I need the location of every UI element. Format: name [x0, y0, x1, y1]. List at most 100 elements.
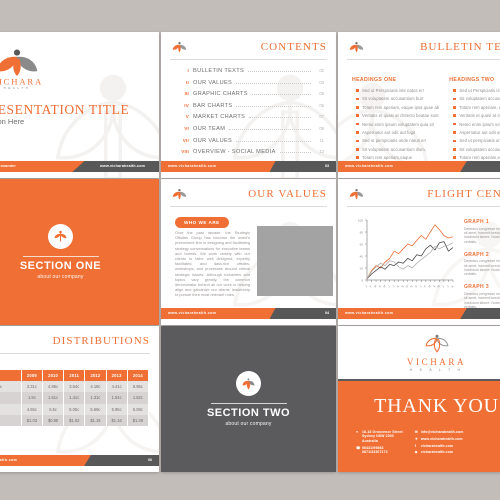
bullet-text: Nemo enim ipsum voluptatem quia sit — [362, 121, 434, 127]
slide-contents[interactable]: CONTENTS I BULLETIN TEXTS 02 II OUR VALU… — [161, 32, 336, 178]
slide-bulletin-texts[interactable]: BULLETIN TEXTS HEADINGS ONE Sed ut Persp… — [338, 32, 500, 178]
svg-text:60: 60 — [360, 242, 364, 246]
svg-text:J: J — [441, 284, 445, 288]
svg-text:J: J — [418, 284, 422, 288]
section-divider: SECTION ONE about our company — [0, 179, 159, 325]
cell: 1.41c — [63, 392, 86, 404]
divider-rule — [22, 256, 99, 257]
contact-column-right: ✉ info@vicharahealth.com ☀ www.vicharahe… — [415, 430, 464, 457]
list-item: Nemo enim ipsum voluptatem quia sit — [449, 122, 500, 127]
list-item[interactable]: I BULLETIN TEXTS 02 — [177, 68, 324, 80]
item-label: BAR CHARTS — [193, 102, 233, 109]
item-page: 09 — [319, 125, 324, 131]
slide-title: CONTENTS — [260, 41, 327, 53]
slide-thank-you[interactable]: VICHARA H E A L T H THANK YOU ● 16-18 Gr… — [338, 326, 500, 472]
bullet-text: Aspernatur aut odit aut fugit — [459, 129, 500, 135]
slide-title[interactable]: VICHARA HEALTH PRESENTATION TITLE Captio… — [0, 32, 159, 178]
twitter-handle: vicharahealth.com — [420, 450, 454, 455]
list-item[interactable]: II OUR VALUES 03 — [177, 80, 324, 92]
slide-distributions[interactable]: DISTRIBUTIONS 2009 2010 2011 2012 2013 2… — [0, 326, 159, 472]
bullet-square-icon — [356, 139, 359, 143]
envelope-icon: ✉ — [414, 430, 418, 434]
svg-text:D: D — [414, 284, 419, 289]
slide-our-values[interactable]: OUR VALUES WHO WE ARE Over the past deca… — [161, 179, 336, 325]
legend-label: GRAPH 2 — [464, 251, 490, 258]
leader-dots — [249, 116, 311, 119]
bullet-text: Sed ut Perspiciatis iste natus err — [459, 88, 500, 93]
address-row: ● 16-18 Grosvenor Street Sydney NSW 2000… — [356, 430, 403, 443]
facebook-row[interactable]: f vicharahealth.com — [415, 444, 464, 448]
thankyou-body: THANK YOU ● 16-18 Grosvenor Street Sydne… — [338, 381, 500, 472]
svg-text:80: 80 — [360, 230, 364, 234]
website-row[interactable]: ☀ www.vicharahealth.com — [415, 437, 464, 441]
cell: 5.95c — [106, 403, 128, 415]
footer-page-number: 04 — [325, 311, 329, 315]
vichara-logo: VICHARA HEALTH — [0, 46, 54, 90]
list-item[interactable]: V MARKET CHARTS 07 — [177, 114, 324, 126]
bullet-square-icon — [356, 156, 359, 160]
list-item[interactable]: IV BAR CHARTS 06 — [177, 103, 324, 115]
list-item: Sit voluptatem accusantium illum, — [352, 147, 439, 152]
slide-flight-centre[interactable]: FLIGHT CENTRE 020406080100 JFMAMJJASONDJ… — [338, 179, 500, 325]
address-line-3: Australia — [362, 438, 378, 443]
bullet-text: Nemo enim ipsum voluptatem quia sit — [459, 121, 500, 127]
presentation-title: PRESENTATION TITLE — [0, 102, 130, 117]
slide-section-two[interactable]: SECTION TWO about our company — [161, 326, 336, 472]
item-page: 13 — [319, 149, 324, 155]
footer-url: www.vicharahealth.com — [99, 164, 145, 168]
bullet-text: Sed ut Perspiciatis iste natus err — [362, 88, 425, 93]
column-header — [0, 370, 22, 382]
svg-text:100: 100 — [358, 218, 363, 222]
column-header: 2009 — [21, 370, 43, 382]
slide-title: DISTRIBUTIONS — [52, 335, 150, 347]
title-rule — [0, 353, 150, 354]
bullet-square-icon — [453, 106, 456, 109]
slide-section-one[interactable]: SECTION ONE about our company — [0, 179, 159, 325]
cell: 1.54c — [106, 392, 128, 404]
row-label: Franking Credit — [0, 392, 22, 404]
twitter-row[interactable]: ◆ vicharahealth.com — [415, 450, 464, 454]
bullet-text: Sit voluptatem accusantium illum, — [362, 146, 427, 152]
list-item: Totam rem aperiam, eaque ipsa quae ab — [449, 105, 500, 110]
twitter-icon: ◆ — [414, 450, 418, 455]
legend-description: Detentus congresse rerum ipsum dolor sit… — [464, 291, 500, 309]
svg-text:HEALTH: HEALTH — [4, 86, 31, 90]
bullet-square-icon — [453, 148, 456, 151]
email-row[interactable]: ✉ info@vicharahealth.com — [415, 430, 464, 434]
column-header: 2010 — [42, 370, 65, 382]
legend-description: Detentus congresse rerum ipsum dolor sit… — [464, 259, 500, 277]
row-label: Gross Distribution — [0, 403, 22, 415]
list-item: Aspernatur aut odit aut fugit — [449, 130, 500, 135]
legend-label: GRAPH 1 — [464, 219, 490, 225]
item-page: 11 — [319, 137, 324, 143]
section-title: SECTION ONE — [19, 260, 102, 272]
legend-description: Detentus congresse rerum ipsum dolor sit… — [464, 226, 500, 244]
footer-gray-bar — [460, 161, 500, 172]
svg-text:A: A — [378, 284, 382, 288]
cell: 5.69c — [84, 403, 107, 415]
cell: 5.05c — [63, 403, 86, 415]
row-label: Distributions Per Unit — [0, 381, 22, 393]
leader-dots — [236, 105, 311, 107]
footer-author: Name | Metin Rosander — [0, 164, 16, 168]
bullet-text: Veritatis et quasi at chitecto beatae su… — [362, 113, 439, 119]
values-body-text: Over the past decade, the Strategic Offs… — [175, 230, 250, 298]
list-item[interactable]: VII OUR VALUES 11 — [177, 138, 324, 150]
item-label: OUR VALUES — [193, 79, 233, 86]
cell: 5.08c — [127, 403, 150, 415]
svg-text:F: F — [423, 284, 427, 288]
svg-text:S: S — [400, 284, 404, 288]
list-item[interactable]: VIII OVERVIEW - SOCIAL MEDIA 13 — [177, 149, 324, 161]
contact-block: ● 16-18 Grosvenor Street Sydney NSW 2000… — [356, 430, 500, 457]
corner-logo-icon — [348, 188, 365, 203]
list-item[interactable]: III GRAPHIC CHARTS 05 — [177, 91, 324, 103]
slide-footer: Name | Metin Rosander www.vicharahealth.… — [0, 161, 159, 172]
footer-url: www.vicharahealth.com — [168, 311, 217, 315]
bullet-square-icon — [453, 89, 456, 92]
cell: $1.03 — [21, 414, 43, 426]
leader-dots — [236, 82, 311, 84]
bullet-text: Totam rem aperiam,eaque — [362, 155, 413, 161]
list-item[interactable]: VI OUR TEAM 09 — [177, 126, 324, 138]
slide-title: FLIGHT CENTRE — [427, 188, 500, 200]
bullet-square-icon — [453, 156, 456, 160]
